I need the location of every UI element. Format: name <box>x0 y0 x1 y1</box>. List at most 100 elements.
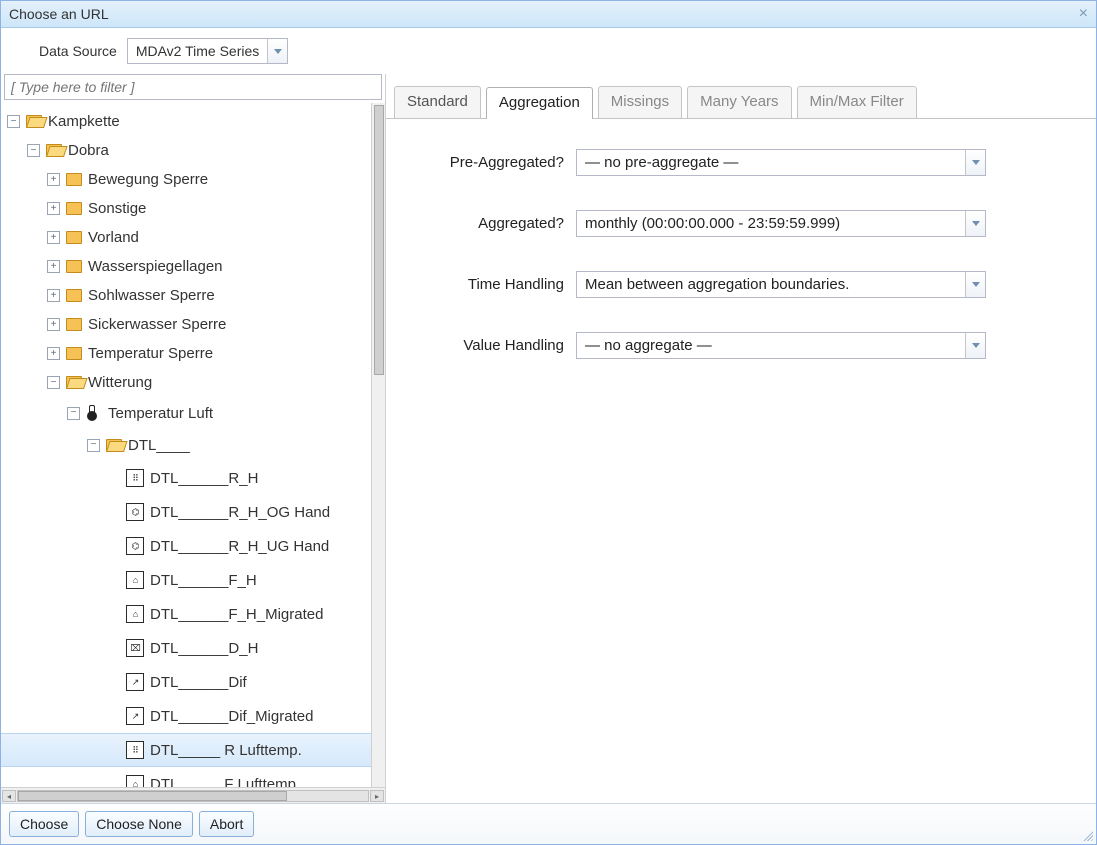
collapse-icon[interactable]: − <box>87 439 100 452</box>
expand-icon[interactable]: + <box>47 202 60 215</box>
footer: Choose Choose None Abort <box>1 803 1096 844</box>
collapse-icon[interactable]: − <box>27 144 40 157</box>
timeseries-icon: ⠿ <box>126 741 144 759</box>
choose-none-button[interactable]: Choose None <box>85 811 193 837</box>
aggregated-select[interactable]: monthly (00:00:00.000 - 23:59:59.999) <box>576 210 986 237</box>
aggregated-label: Aggregated? <box>406 215 576 232</box>
chevron-down-icon <box>972 343 980 348</box>
thermometer-icon <box>86 405 96 421</box>
tab-strip: StandardAggregationMissingsMany YearsMin… <box>386 74 1096 118</box>
dropdown-button[interactable] <box>267 39 287 63</box>
data-source-row: Data Source MDAv2 Time Series <box>1 28 1096 74</box>
expand-icon[interactable]: + <box>47 318 60 331</box>
dialog: Choose an URL × Data Source MDAv2 Time S… <box>0 0 1097 845</box>
dialog-title: Choose an URL <box>9 6 109 22</box>
scrollbar-thumb[interactable] <box>374 105 384 375</box>
timeseries-icon: ⌧ <box>126 639 144 657</box>
timeseries-icon: ⌂ <box>126 605 144 623</box>
tree-node[interactable]: +Sohlwasser Sperre <box>1 281 371 310</box>
folder-closed-icon <box>66 202 82 215</box>
folder-closed-icon <box>66 289 82 302</box>
tree-leaf[interactable]: ⌬DTL______R_H_UG Hand <box>1 529 371 563</box>
tree: − Kampkette − Dobra +Bewegung Sperre+Son… <box>1 103 371 787</box>
pre-aggregated-label: Pre-Aggregated? <box>406 154 576 171</box>
data-source-label: Data Source <box>39 43 117 59</box>
folder-open-icon <box>66 376 82 389</box>
dropdown-button[interactable] <box>965 211 985 236</box>
tree-leaf[interactable]: ⌂DTL______F_H_Migrated <box>1 597 371 631</box>
tree-node-dobra[interactable]: − Dobra <box>1 136 371 165</box>
timeseries-icon: ⌬ <box>126 537 144 555</box>
vertical-scrollbar[interactable] <box>371 103 385 787</box>
dropdown-button[interactable] <box>965 333 985 358</box>
tree-node-temp-luft[interactable]: − Temperatur Luft <box>1 397 371 429</box>
timeseries-icon: ⌂ <box>126 571 144 589</box>
tree-node-kampkette[interactable]: − Kampkette <box>1 107 371 136</box>
value-handling-select[interactable]: — no aggregate — <box>576 332 986 359</box>
chevron-down-icon <box>274 49 282 54</box>
tab-standard[interactable]: Standard <box>394 86 481 118</box>
abort-button[interactable]: Abort <box>199 811 254 837</box>
expand-icon[interactable]: + <box>47 231 60 244</box>
tree-node[interactable]: +Sonstige <box>1 194 371 223</box>
timeseries-icon: ⠿ <box>126 469 144 487</box>
tab-panel-aggregation: Pre-Aggregated? — no pre-aggregate — Agg… <box>386 118 1096 803</box>
tab-many-years[interactable]: Many Years <box>687 86 791 118</box>
horizontal-scrollbar[interactable]: ◂ ▸ <box>1 787 385 803</box>
scroll-right-icon[interactable]: ▸ <box>370 790 384 802</box>
tree-node[interactable]: +Bewegung Sperre <box>1 165 371 194</box>
time-handling-select[interactable]: Mean between aggregation boundaries. <box>576 271 986 298</box>
tree-leaf[interactable]: ⌬DTL______R_H_OG Hand <box>1 495 371 529</box>
timeseries-icon: ↗ <box>126 707 144 725</box>
tree-leaf[interactable]: ⠿DTL_____ R Lufttemp. <box>1 733 371 767</box>
filter-input[interactable] <box>4 74 382 100</box>
expand-icon[interactable]: + <box>47 347 60 360</box>
tree-leaf[interactable]: ↗DTL______Dif_Migrated <box>1 699 371 733</box>
tree-scroll[interactable]: − Kampkette − Dobra +Bewegung Sperre+Son… <box>1 103 371 787</box>
scrollbar-thumb[interactable] <box>18 791 287 801</box>
time-handling-label: Time Handling <box>406 276 576 293</box>
tree-node-dtl-folder[interactable]: − DTL____ <box>1 429 371 461</box>
tab-missings[interactable]: Missings <box>598 86 682 118</box>
chevron-down-icon <box>972 160 980 165</box>
folder-open-icon <box>46 144 62 157</box>
data-source-value: MDAv2 Time Series <box>128 43 267 59</box>
close-icon[interactable]: × <box>1079 5 1088 23</box>
resize-grip-icon[interactable] <box>1081 829 1093 841</box>
data-source-select[interactable]: MDAv2 Time Series <box>127 38 288 64</box>
tree-leaf[interactable]: ⌧DTL______D_H <box>1 631 371 665</box>
collapse-icon[interactable]: − <box>7 115 20 128</box>
dropdown-button[interactable] <box>965 150 985 175</box>
dropdown-button[interactable] <box>965 272 985 297</box>
folder-closed-icon <box>66 260 82 273</box>
tree-node[interactable]: +Temperatur Sperre <box>1 339 371 368</box>
folder-closed-icon <box>66 231 82 244</box>
expand-icon[interactable]: + <box>47 289 60 302</box>
chevron-down-icon <box>972 221 980 226</box>
choose-button[interactable]: Choose <box>9 811 79 837</box>
tree-leaf[interactable]: ⌂DTL_____ F Lufttemp. <box>1 767 371 787</box>
chevron-down-icon <box>972 282 980 287</box>
timeseries-icon: ⌬ <box>126 503 144 521</box>
tree-node[interactable]: +Sickerwasser Sperre <box>1 310 371 339</box>
pre-aggregated-select[interactable]: — no pre-aggregate — <box>576 149 986 176</box>
right-pane: StandardAggregationMissingsMany YearsMin… <box>386 74 1096 803</box>
collapse-icon[interactable]: − <box>67 407 80 420</box>
tree-leaf[interactable]: ↗DTL______Dif <box>1 665 371 699</box>
expand-icon[interactable]: + <box>47 260 60 273</box>
value-handling-label: Value Handling <box>406 337 576 354</box>
tree-leaf[interactable]: ⌂DTL______F_H <box>1 563 371 597</box>
expand-icon[interactable]: + <box>47 173 60 186</box>
tree-node[interactable]: +Wasserspiegellagen <box>1 252 371 281</box>
collapse-icon[interactable]: − <box>47 376 60 389</box>
folder-closed-icon <box>66 173 82 186</box>
timeseries-icon: ⌂ <box>126 775 144 787</box>
tab-aggregation[interactable]: Aggregation <box>486 87 593 119</box>
tree-node[interactable]: +Vorland <box>1 223 371 252</box>
folder-closed-icon <box>66 347 82 360</box>
tree-leaf[interactable]: ⠿DTL______R_H <box>1 461 371 495</box>
scroll-left-icon[interactable]: ◂ <box>2 790 16 802</box>
folder-open-icon <box>26 115 42 128</box>
tree-node-witterung[interactable]: − Witterung <box>1 368 371 397</box>
tab-min-max-filter[interactable]: Min/Max Filter <box>797 86 917 118</box>
